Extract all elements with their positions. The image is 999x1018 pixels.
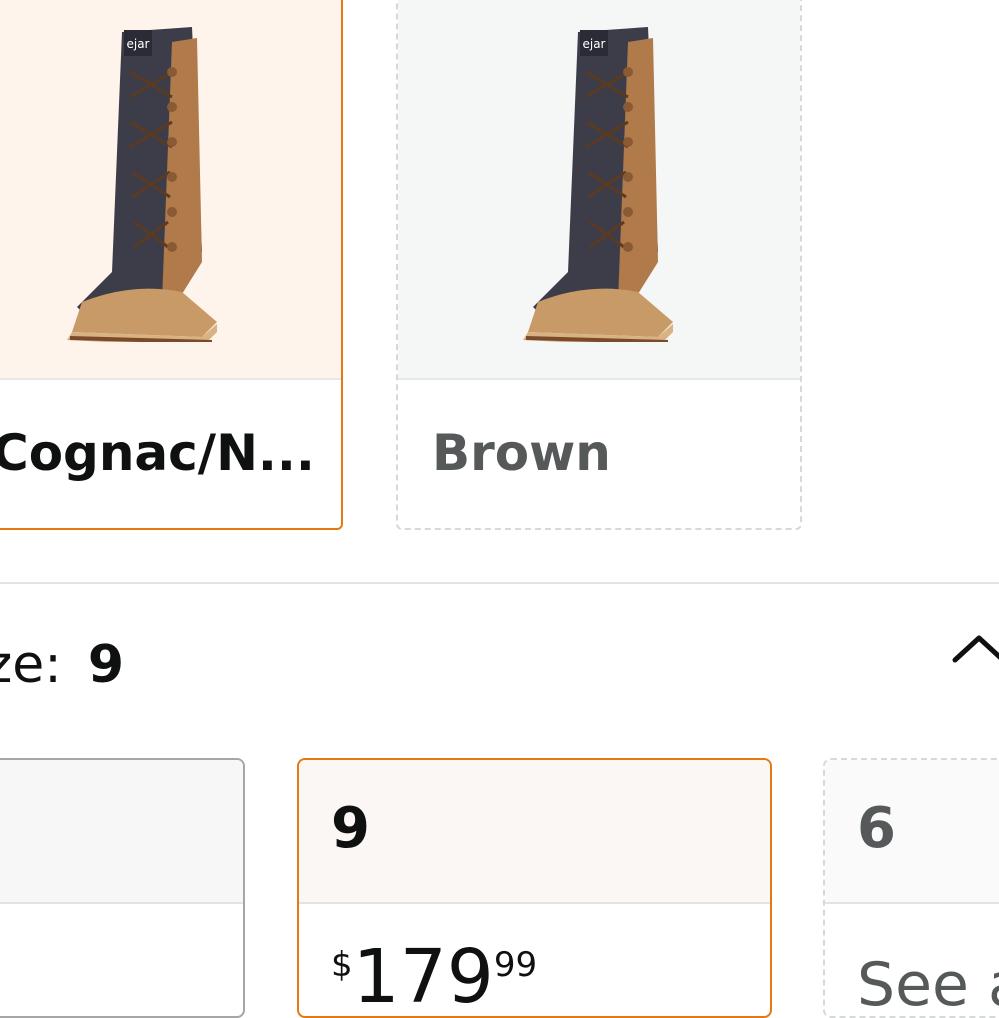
size-option[interactable] — [0, 758, 245, 1018]
swatch-divider — [0, 378, 341, 380]
product-image-cognac: ejar — [0, 0, 341, 378]
price-whole: 179 — [352, 934, 494, 1018]
section-divider — [0, 582, 999, 584]
color-option-brown[interactable]: ejar Brown — [396, 0, 802, 530]
price-currency: $ — [331, 945, 353, 985]
size-option-divider — [0, 902, 243, 904]
product-image-brown: ejar — [398, 0, 800, 378]
size-selector-header: ze: 9 — [0, 635, 124, 695]
size-option-unavailable[interactable]: 6 See a — [823, 758, 999, 1018]
color-option-cognac[interactable]: ejar Cognac/N... — [0, 0, 343, 530]
size-option-header: 6 — [825, 760, 999, 902]
size-option-divider — [299, 902, 770, 904]
size-label: ze: — [0, 635, 62, 695]
price-fraction: 99 — [493, 945, 538, 985]
size-value: 9 — [87, 635, 124, 695]
size-option-selected[interactable]: 9 $17999 — [297, 758, 772, 1018]
size-option-header: 9 — [299, 760, 770, 902]
color-label: Brown — [432, 424, 611, 482]
chevron-up-icon[interactable] — [949, 628, 999, 668]
size-option-header — [0, 760, 243, 902]
color-label: Cognac/N... — [0, 424, 315, 482]
price: $17999 — [331, 940, 537, 1014]
svg-text:ejar: ejar — [126, 37, 149, 51]
see-all-link[interactable]: See a — [857, 950, 999, 1016]
swatch-divider — [398, 378, 800, 380]
size-option-divider — [825, 902, 999, 904]
boot-image: ejar — [67, 27, 217, 342]
boot-image: ejar — [523, 27, 673, 342]
svg-text:ejar: ejar — [582, 37, 605, 51]
size-option-value: 6 — [857, 796, 896, 861]
size-option-value: 9 — [331, 796, 370, 861]
